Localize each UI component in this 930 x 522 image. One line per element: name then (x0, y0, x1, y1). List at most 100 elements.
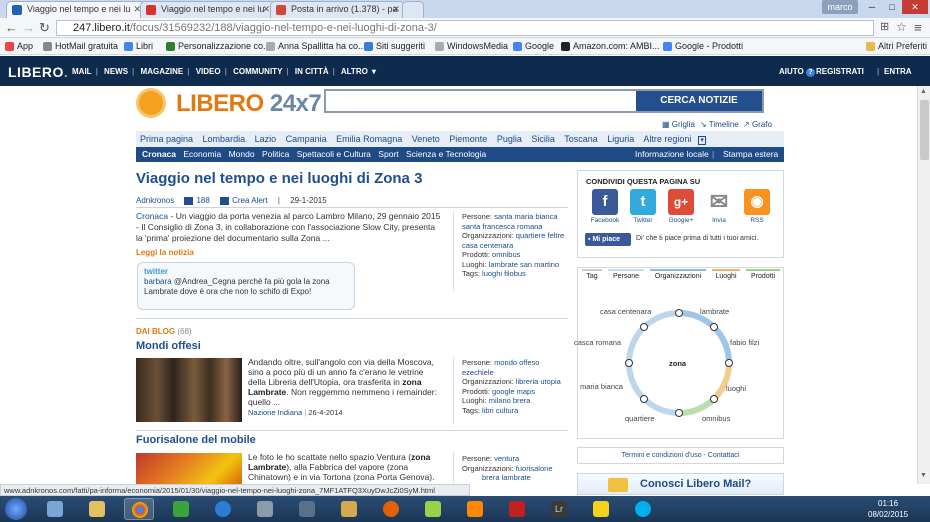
region-liguria[interactable]: Liguria (607, 134, 634, 144)
region-lombardia[interactable]: Lombardia (203, 134, 246, 144)
nav-news[interactable]: NEWS (104, 67, 128, 76)
page-scrollbar[interactable]: ▲ ▼ (917, 86, 930, 484)
article-source[interactable]: Adnkronos (136, 196, 174, 205)
url-input[interactable]: 247.libero.it/focus/31569232/188/viaggio… (56, 20, 874, 36)
region-prima-pagina[interactable]: Prima pagina (140, 134, 193, 144)
tag-link[interactable]: milano brera (489, 396, 531, 405)
scroll-down-icon[interactable]: ▼ (920, 472, 927, 479)
star-icon[interactable]: ☆ (896, 20, 907, 34)
blog-post-title[interactable]: Fuorisalone del mobile (136, 434, 256, 446)
back-arrow-icon[interactable]: ← (5, 20, 18, 35)
tab-tag[interactable]: Tag (582, 269, 602, 280)
region-puglia[interactable]: Puglia (497, 134, 522, 144)
tag-link[interactable]: santa maria bianca (494, 212, 557, 221)
tag-link[interactable]: luoghi filobus (482, 269, 526, 278)
tag-link[interactable]: mondo offeso (494, 358, 539, 367)
tag-link[interactable]: ezechiele (462, 368, 494, 377)
graph-center-node[interactable]: zona (669, 359, 686, 368)
graph-node[interactable]: casca romana (574, 338, 621, 347)
region-altre[interactable]: Altre regioni (643, 134, 691, 144)
section-mondo[interactable]: Mondo (229, 149, 255, 159)
view-timeline-link[interactable]: ↘ Timeline (700, 120, 739, 129)
taskbar-app[interactable] (208, 498, 238, 520)
nav-video[interactable]: VIDEO (196, 67, 221, 76)
section-sport[interactable]: Sport (378, 149, 398, 159)
taskbar-app[interactable] (628, 498, 658, 520)
region-veneto[interactable]: Veneto (412, 134, 440, 144)
menu-icon[interactable]: ≡ (914, 20, 922, 35)
region-piemonte[interactable]: Piemonte (449, 134, 487, 144)
bookmark-personalizzazione[interactable]: Personalizzazione co... (166, 41, 271, 51)
article-title[interactable]: Viaggio nel tempo e nei luoghi di Zona 3 (136, 170, 422, 187)
nav-altro[interactable]: ALTRO (341, 67, 368, 76)
page-action-icon[interactable]: ⊞ (880, 20, 889, 33)
section-economia[interactable]: Economia (183, 149, 221, 159)
tab-prodotti[interactable]: Prodotti (746, 269, 780, 280)
news-search-input[interactable]: CERCA NOTIZIE (324, 89, 764, 113)
article-count[interactable]: 188 (196, 196, 209, 205)
graph-node[interactable]: casa centenara (600, 307, 651, 316)
taskbar-app[interactable] (124, 498, 154, 520)
tag-link[interactable]: lambrate san martino (489, 260, 559, 269)
login-link[interactable]: ENTRA (884, 67, 912, 76)
libero-logo[interactable]: LIBERO. (8, 64, 68, 80)
bookmark-google[interactable]: Google (513, 41, 554, 51)
search-news-button[interactable]: CERCA NOTIZIE (636, 91, 762, 111)
tag-link[interactable]: omnibus (492, 250, 520, 259)
region-campania[interactable]: Campania (286, 134, 327, 144)
twitter-icon[interactable]: t (630, 189, 656, 215)
forward-arrow-icon[interactable]: → (22, 20, 35, 35)
taskbar-app[interactable] (82, 498, 112, 520)
terms-link[interactable]: Termini e condizioni d'uso - Contattaci (577, 447, 784, 464)
tab-organizzazioni[interactable]: Organizzazioni (650, 269, 706, 280)
region-lazio[interactable]: Lazio (255, 134, 277, 144)
new-tab-button[interactable] (402, 1, 424, 18)
expand-icon[interactable]: ▾ (698, 136, 706, 145)
graph-node[interactable]: luoghi (726, 384, 746, 393)
scroll-up-icon[interactable]: ▲ (920, 88, 927, 95)
nav-community[interactable]: COMMUNITY (233, 67, 282, 76)
close-icon[interactable]: ✕ (262, 4, 270, 15)
taskbar-app[interactable] (250, 498, 280, 520)
blog-post-title[interactable]: Mondi offesi (136, 340, 201, 352)
graph-node[interactable]: quartiere (625, 414, 655, 423)
tag-link[interactable]: santa francesca romana (462, 222, 542, 231)
bookmark-windowsmedia[interactable]: WindowsMedia (435, 41, 508, 51)
scrollbar-thumb[interactable] (920, 100, 929, 160)
tag-link[interactable]: libri cultura (482, 406, 518, 415)
libero-mail-ad[interactable]: Conosci Libero Mail? (577, 473, 784, 495)
tag-link[interactable]: quartiere feltre (516, 231, 564, 240)
section-stampa-estera[interactable]: Stampa estera (723, 149, 778, 159)
help-link[interactable]: AIUTO ? (779, 67, 815, 77)
blog-source-link[interactable]: Nazione Indiana (248, 408, 302, 417)
minimize-button[interactable]: ─ (862, 0, 882, 14)
tab-1[interactable]: Viaggio nel tempo e nei lu ✕ (6, 1, 146, 18)
bookmark-anna[interactable]: Anna Spallitta ha co... (266, 41, 366, 51)
taskbar-app[interactable] (460, 498, 490, 520)
tweet-user[interactable]: barbara (144, 277, 172, 286)
facebook-icon[interactable]: f (592, 189, 618, 215)
rss-icon[interactable]: ◉ (744, 189, 770, 215)
bookmark-libri[interactable]: Libri (124, 41, 153, 51)
taskbar-app[interactable] (334, 498, 364, 520)
libero-24x7-logo[interactable]: LIBERO 24x7 (136, 86, 322, 120)
nav-mail[interactable]: MAIL (72, 67, 92, 76)
read-more-link[interactable]: Leggi la notizia (136, 248, 194, 257)
google-plus-label[interactable]: Google+ (664, 217, 698, 224)
tag-link[interactable]: ventura (494, 454, 519, 463)
bookmark-apps[interactable]: App (5, 41, 33, 51)
region-emilia-romagna[interactable]: Emilia Romagna (336, 134, 402, 144)
article-category[interactable]: Cronaca (136, 211, 168, 221)
tag-link[interactable]: casa centenara (462, 241, 513, 250)
start-button[interactable] (5, 498, 27, 520)
tab-3[interactable]: Posta in arrivo (1.378) - pa ✕ (270, 1, 405, 18)
reload-icon[interactable]: ↻ (39, 20, 50, 36)
nav-magazine[interactable]: MAGAZINE (141, 67, 184, 76)
bookmark-hotmail[interactable]: HotMail gratuita (43, 41, 118, 51)
envelope-icon[interactable]: ✉ (706, 189, 732, 215)
nav-in-citta[interactable]: IN CITTÀ (295, 67, 329, 76)
facebook-label[interactable]: Facebook (588, 217, 622, 224)
window-close-button[interactable]: ✕ (902, 0, 928, 14)
graph-node[interactable]: omnibus (702, 414, 730, 423)
graph-node[interactable]: lambrate (700, 307, 729, 316)
